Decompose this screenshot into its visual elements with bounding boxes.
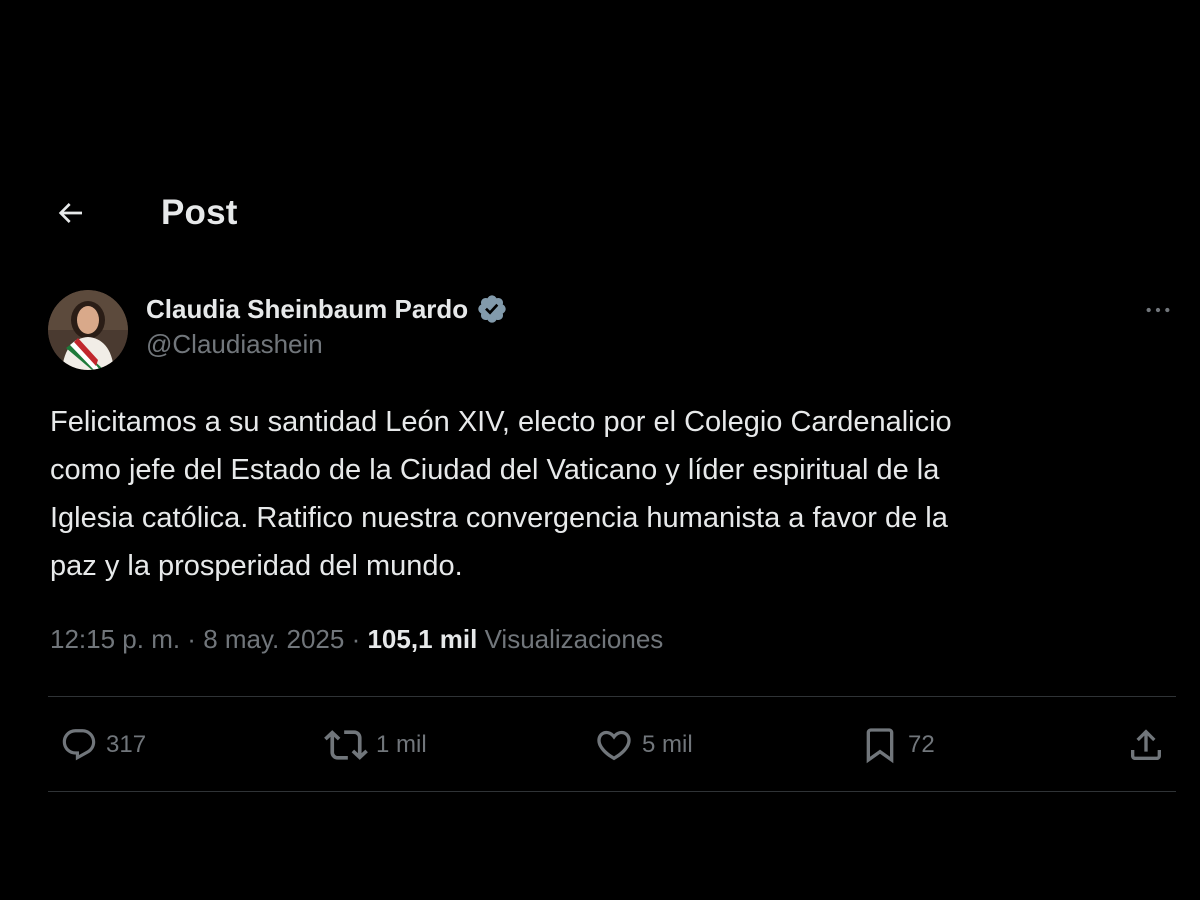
divider — [48, 791, 1176, 792]
divider — [48, 696, 1176, 697]
more-horizontal-icon — [1146, 307, 1170, 313]
heart-icon — [597, 730, 631, 761]
repost-button[interactable]: 1 mil — [324, 720, 427, 770]
action-bar: 317 1 mil 5 mil 72 — [48, 720, 1176, 770]
bookmark-icon — [866, 728, 894, 764]
tweet-meta: 12:15 p. m. · 8 may. 2025 · 105,1 mil Vi… — [50, 624, 663, 655]
author-display-name[interactable]: Claudia Sheinbaum Pardo — [146, 294, 468, 325]
repost-icon — [324, 730, 368, 760]
avatar[interactable] — [48, 290, 128, 370]
meta-separator: · — [344, 624, 368, 654]
meta-separator: · — [180, 624, 204, 654]
page-title: Post — [161, 193, 238, 232]
views-label: Visualizaciones — [484, 624, 664, 654]
avatar-image — [48, 290, 128, 370]
share-button[interactable] — [1126, 720, 1166, 770]
back-button[interactable] — [50, 193, 90, 233]
bookmark-button[interactable]: 72 — [860, 720, 935, 770]
author-handle[interactable]: @Claudiashein — [146, 329, 508, 360]
tweet-text: Felicitamos a su santidad León XIV, elec… — [50, 406, 952, 582]
speech-bubble-icon — [62, 729, 96, 761]
verified-badge-icon[interactable] — [476, 293, 508, 325]
repost-count: 1 mil — [376, 731, 427, 758]
like-count: 5 mil — [642, 731, 693, 758]
arrow-left-icon — [58, 203, 82, 223]
tweet-time[interactable]: 12:15 p. m. — [50, 624, 180, 654]
like-button[interactable]: 5 mil — [594, 720, 693, 770]
reply-count: 317 — [106, 731, 147, 758]
post-header: Post — [50, 190, 1150, 236]
author-info: Claudia Sheinbaum Pardo @Claudiashein — [146, 289, 508, 360]
views-count: 105,1 mil — [367, 624, 478, 654]
tweet-date[interactable]: 8 may. 2025 — [203, 624, 344, 654]
share-icon — [1131, 729, 1161, 760]
reply-button[interactable]: 317 — [60, 720, 146, 770]
name-line: Claudia Sheinbaum Pardo — [146, 289, 508, 329]
more-options-button[interactable] — [1138, 295, 1178, 325]
bookmark-count: 72 — [908, 731, 935, 758]
author-row: Claudia Sheinbaum Pardo @Claudiashein — [48, 287, 1178, 371]
